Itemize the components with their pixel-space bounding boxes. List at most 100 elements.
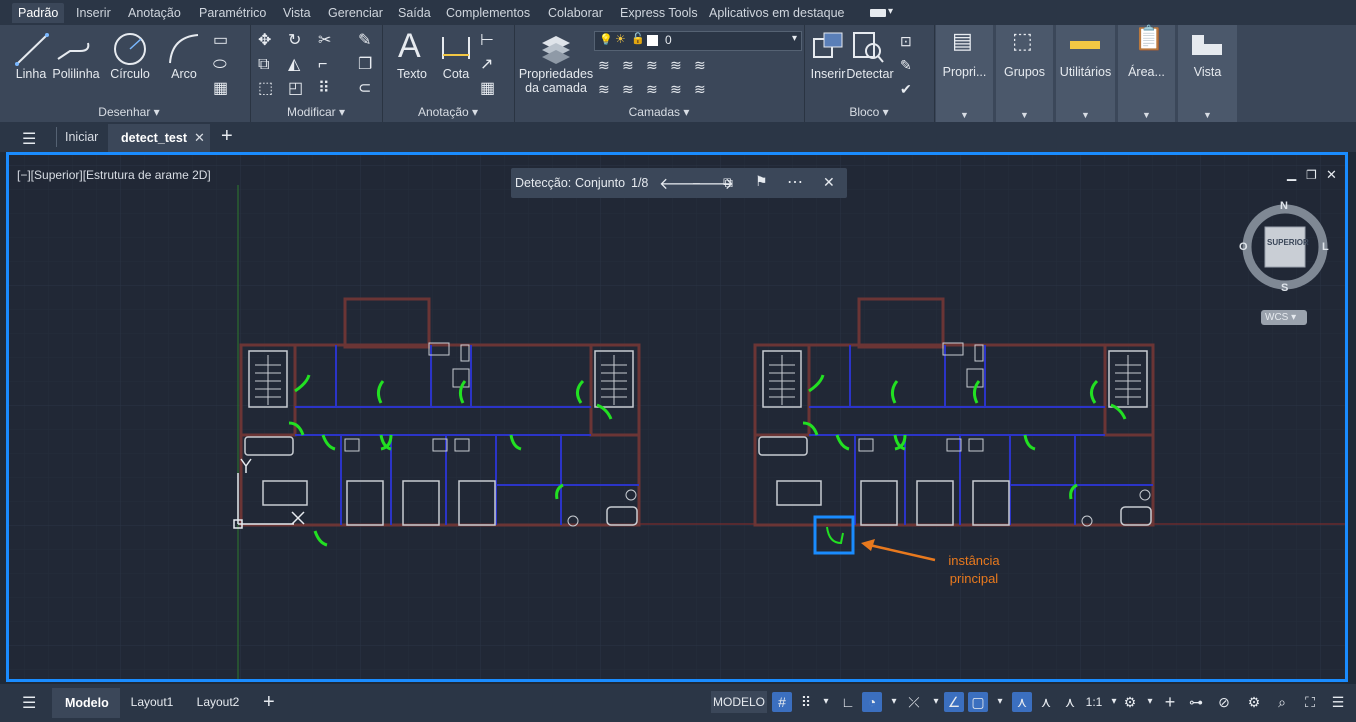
viewcube-face[interactable]: SUPERIOR: [1267, 238, 1309, 247]
convert-icon[interactable]: ⧉: [723, 174, 733, 191]
tab-colaborar[interactable]: Colaborar: [542, 3, 609, 23]
compass-e[interactable]: L: [1322, 241, 1329, 253]
customize-icon[interactable]: ☰: [1328, 692, 1348, 712]
tab-vista[interactable]: Vista: [277, 3, 317, 23]
layer-tool-icon[interactable]: ≋: [598, 81, 610, 97]
tab-layout1[interactable]: Layout1: [126, 691, 178, 713]
grid-icon[interactable]: #: [772, 692, 792, 712]
close-icon[interactable]: ✕: [823, 174, 835, 191]
circle-button[interactable]: Círculo: [106, 67, 154, 81]
rectangle-icon[interactable]: ▭: [213, 33, 228, 49]
polyline-button[interactable]: Polilinha: [50, 67, 102, 81]
erase-icon[interactable]: ✎: [358, 33, 371, 49]
chevron-down-icon[interactable]: ▾: [1140, 692, 1160, 712]
layer-tool-icon[interactable]: ≋: [646, 81, 658, 97]
tab-saida[interactable]: Saída: [392, 3, 437, 23]
minimize-icon[interactable]: ▁: [1287, 167, 1296, 181]
layer-tool-icon[interactable]: ≋: [670, 57, 682, 73]
model-space-button[interactable]: MODELO: [711, 691, 767, 713]
layer-dropdown[interactable]: 💡 ☀ 🔓 0 ▾: [594, 31, 802, 51]
ortho-icon[interactable]: ∟: [838, 692, 858, 712]
create-block-icon[interactable]: ⊡: [900, 33, 912, 49]
properties-icon[interactable]: ⊶: [1186, 692, 1206, 712]
array-icon[interactable]: ⠿: [318, 81, 330, 97]
object-snap-tracking-icon[interactable]: ∠: [944, 692, 964, 712]
wcs-menu[interactable]: WCS ▾: [1261, 310, 1307, 325]
tab-anotacao[interactable]: Anotação: [122, 3, 187, 23]
scale-icon[interactable]: ◰: [288, 81, 303, 97]
chevron-down-icon[interactable]: ▾: [884, 692, 904, 712]
new-tab-icon[interactable]: +: [221, 125, 233, 148]
isodraft-icon[interactable]: ⤫: [904, 692, 924, 712]
move-icon[interactable]: ✥: [258, 33, 271, 49]
panel-propriedades[interactable]: ▤ Propri... ▼: [936, 25, 993, 122]
linear-dim-icon[interactable]: ⊢: [480, 33, 494, 49]
panel-title-desenhar[interactable]: Desenhar ▾: [8, 105, 250, 119]
stretch-icon[interactable]: ⬚: [258, 81, 273, 97]
tab-inserir[interactable]: Inserir: [70, 3, 117, 23]
edit-block-icon[interactable]: ✎: [900, 57, 912, 73]
auto-scale-icon[interactable]: ⋏: [1036, 692, 1056, 712]
chevron-down-icon[interactable]: ▾: [816, 692, 836, 712]
layer-tool-icon[interactable]: ≋: [598, 57, 610, 73]
fillet-icon[interactable]: ⌐: [318, 57, 327, 73]
copy-icon[interactable]: ⧉: [258, 57, 269, 73]
leader-icon[interactable]: ↗: [480, 57, 493, 73]
hatch-icon[interactable]: ▦: [213, 81, 228, 97]
attribute-icon[interactable]: ✔: [900, 81, 912, 97]
tab-aplicativos[interactable]: Aplicativos em destaque: [703, 3, 851, 23]
tab-complementos[interactable]: Complementos: [440, 3, 536, 23]
arc-button[interactable]: Arco: [164, 67, 204, 81]
scale-value[interactable]: 1:1: [1082, 691, 1106, 713]
panel-title-anotacao[interactable]: Anotação ▾: [382, 105, 514, 119]
compass-w[interactable]: O: [1239, 241, 1248, 253]
menu-icon[interactable]: ☰: [22, 129, 36, 149]
panel-title-modificar[interactable]: Modificar ▾: [250, 105, 382, 119]
annotation-scale-icon[interactable]: ⋏: [1060, 692, 1080, 712]
detect-button[interactable]: Detectar: [844, 67, 896, 81]
layer-tool-icon[interactable]: ≋: [622, 81, 634, 97]
flag-icon[interactable]: ⚑: [755, 173, 768, 190]
tab-iniciar[interactable]: Iniciar: [65, 130, 98, 144]
dimension-button[interactable]: Cota: [436, 67, 476, 81]
panel-toggle-icon[interactable]: [870, 9, 886, 17]
tab-padrao[interactable]: Padrão: [12, 3, 65, 23]
annotation-visibility-icon[interactable]: ⋏: [1012, 692, 1032, 712]
tab-parametrico[interactable]: Paramétrico: [193, 3, 272, 23]
more-options-icon[interactable]: ⋯: [787, 172, 803, 192]
isolate-icon[interactable]: ⊘: [1214, 692, 1234, 712]
text-button[interactable]: Texto: [390, 67, 434, 81]
add-layout-icon[interactable]: +: [263, 691, 275, 714]
table-icon[interactable]: ▦: [480, 81, 495, 97]
panel-title-bloco[interactable]: Bloco ▾: [804, 105, 934, 119]
trim-icon[interactable]: ✂: [318, 33, 331, 49]
snap-icon[interactable]: ⠿: [796, 692, 816, 712]
fullscreen-icon[interactable]: ⛶: [1300, 692, 1320, 712]
tab-gerenciar[interactable]: Gerenciar: [322, 3, 389, 23]
drawing-canvas[interactable]: [9, 155, 1345, 679]
hardware-acceleration-icon[interactable]: ⚙: [1244, 692, 1264, 712]
settings-icon[interactable]: ⚙: [1120, 692, 1140, 712]
layer-tool-icon[interactable]: ≋: [694, 81, 706, 97]
line-button[interactable]: Linha: [10, 67, 52, 81]
panel-vista[interactable]: Vista ▼: [1178, 25, 1237, 122]
drawing-viewport[interactable]: [−][Superior][Estrutura de arame 2D] Det…: [6, 152, 1348, 682]
restore-icon[interactable]: ❐: [1306, 168, 1317, 182]
viewport-controls[interactable]: [−][Superior][Estrutura de arame 2D]: [17, 168, 211, 182]
tab-express-tools[interactable]: Express Tools: [614, 3, 704, 23]
ellipse-icon[interactable]: ⬭: [213, 57, 227, 73]
panel-title-camadas[interactable]: Camadas ▾: [514, 105, 804, 119]
tab-detect-test[interactable]: detect_test ✕: [108, 124, 210, 152]
menu-icon[interactable]: ☰: [22, 693, 36, 713]
tab-modelo[interactable]: Modelo: [52, 688, 120, 718]
viewcube[interactable]: [1237, 199, 1333, 295]
offset-icon[interactable]: ⊂: [358, 81, 371, 97]
object-snap-icon[interactable]: ▢: [968, 692, 988, 712]
layer-properties-button[interactable]: Propriedades da camada: [516, 67, 596, 95]
search-icon[interactable]: ⌕: [1272, 692, 1292, 712]
layer-tool-icon[interactable]: ≋: [622, 57, 634, 73]
close-icon[interactable]: ✕: [1326, 167, 1337, 183]
layer-tool-icon[interactable]: ≋: [670, 81, 682, 97]
panel-area-transferencia[interactable]: 📋 Área... ▼: [1118, 25, 1175, 122]
layer-tool-icon[interactable]: ≋: [646, 57, 658, 73]
